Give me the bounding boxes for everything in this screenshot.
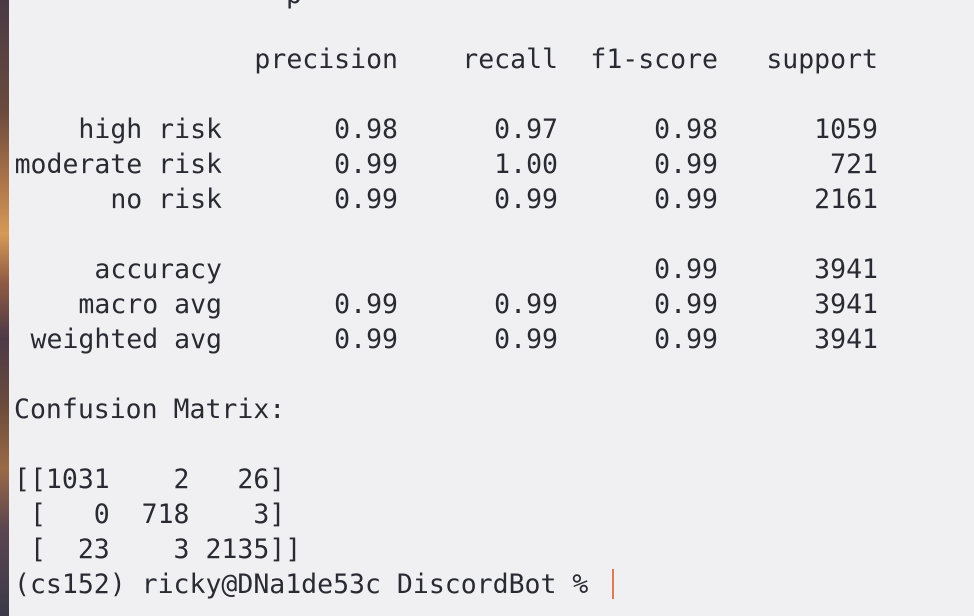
row-f1: 0.99 bbox=[654, 149, 718, 180]
row-support: 721 bbox=[830, 149, 878, 180]
report-row-no-risk: no risk 0.99 0.99 0.99 2161 bbox=[14, 182, 914, 217]
row-label: weighted avg bbox=[30, 324, 222, 355]
row-label: macro avg bbox=[78, 289, 222, 320]
row-precision: 0.99 bbox=[334, 289, 398, 320]
confusion-matrix-row: [ 0 718 3] bbox=[14, 499, 286, 530]
terminal-window[interactable]: p precision recall f1-score support high… bbox=[0, 0, 974, 616]
report-row-weighted-avg: weighted avg 0.99 0.99 0.99 3941 bbox=[14, 322, 914, 357]
report-row-accuracy: accuracy 0.99 3941 bbox=[14, 252, 914, 287]
row-support: 2161 bbox=[814, 184, 878, 215]
prompt-text: (cs152) ricky@DNa1de53c DiscordBot % bbox=[14, 569, 605, 600]
header-precision: precision bbox=[254, 44, 398, 75]
row-f1: 0.99 bbox=[654, 254, 718, 285]
row-support: 3941 bbox=[814, 289, 878, 320]
row-label: high risk bbox=[78, 114, 222, 145]
row-label: accuracy bbox=[94, 254, 222, 285]
row-precision: 0.99 bbox=[334, 149, 398, 180]
report-header-row: precision recall f1-score support bbox=[14, 42, 914, 77]
row-recall: 0.99 bbox=[494, 184, 558, 215]
row-f1: 0.98 bbox=[654, 114, 718, 145]
row-recall: 0.97 bbox=[494, 114, 558, 145]
row-support: 3941 bbox=[814, 324, 878, 355]
row-support: 1059 bbox=[814, 114, 878, 145]
desktop-wallpaper-edge bbox=[0, 0, 9, 616]
text-cursor bbox=[612, 568, 615, 599]
row-label: no risk bbox=[110, 184, 222, 215]
row-f1: 0.99 bbox=[654, 324, 718, 355]
row-f1: 0.99 bbox=[654, 289, 718, 320]
confusion-matrix-title: Confusion Matrix: bbox=[14, 394, 286, 425]
shell-prompt[interactable]: (cs152) ricky@DNa1de53c DiscordBot % bbox=[14, 567, 615, 602]
row-support: 3941 bbox=[814, 254, 878, 285]
confusion-matrix-row: [[1031 2 26] bbox=[14, 464, 286, 495]
confusion-matrix-row: [ 23 3 2135]] bbox=[14, 534, 302, 565]
header-support: support bbox=[766, 44, 878, 75]
row-recall: 1.00 bbox=[494, 149, 558, 180]
report-row-moderate-risk: moderate risk 0.99 1.00 0.99 721 bbox=[14, 147, 914, 182]
header-f1-score: f1-score bbox=[590, 44, 718, 75]
report-row-macro-avg: macro avg 0.99 0.99 0.99 3941 bbox=[14, 287, 914, 322]
row-precision: 0.98 bbox=[334, 114, 398, 145]
row-label: moderate risk bbox=[14, 149, 222, 180]
row-precision: 0.99 bbox=[334, 324, 398, 355]
header-recall: recall bbox=[462, 44, 558, 75]
terminal-output[interactable]: p precision recall f1-score support high… bbox=[14, 0, 974, 616]
cut-off-text: p bbox=[286, 0, 302, 12]
row-recall: 0.99 bbox=[494, 324, 558, 355]
row-f1: 0.99 bbox=[654, 184, 718, 215]
row-recall: 0.99 bbox=[494, 289, 558, 320]
row-precision: 0.99 bbox=[334, 184, 398, 215]
report-row-high-risk: high risk 0.98 0.97 0.98 1059 bbox=[14, 112, 914, 147]
